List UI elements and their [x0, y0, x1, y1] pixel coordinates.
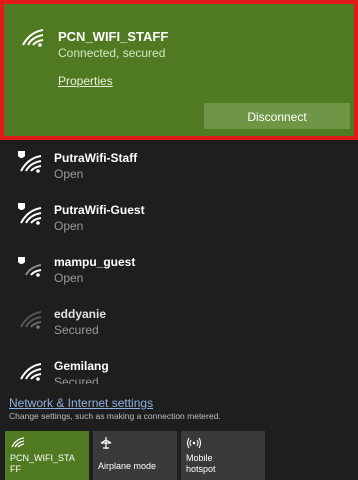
network-settings-description: Change settings, such as making a connec… [9, 411, 221, 421]
hotspot-icon [186, 436, 202, 452]
connected-network-status: Connected, secured [58, 46, 166, 60]
network-internet-settings-link[interactable]: Network & Internet settings [9, 396, 153, 410]
connected-network[interactable]: PCN_WIFI_STAFF Connected, secured Proper… [0, 0, 358, 140]
airplane-icon [99, 436, 113, 452]
wifi-icon [11, 436, 25, 450]
tile-label: hotspot [186, 464, 216, 474]
wifi-icon [20, 26, 46, 53]
tile-label: PCN_WIFI_STA [10, 453, 75, 463]
network-name: mampu_guest [54, 255, 136, 269]
network-status: Secured [54, 323, 99, 337]
network-name: PutraWifi-Guest [54, 203, 145, 217]
network-item-putrawifi-staff[interactable]: PutraWifi-Staff Open [0, 142, 358, 194]
network-item-putrawifi-guest[interactable]: PutraWifi-Guest Open [0, 194, 358, 246]
network-status: Open [54, 219, 84, 233]
wifi-icon [16, 358, 44, 384]
wifi-open-shield-icon [16, 254, 44, 283]
network-name: eddyanie [54, 307, 107, 321]
network-item-mampu-guest[interactable]: mampu_guest Open [0, 246, 358, 298]
network-name: PutraWifi-Staff [54, 151, 138, 165]
tile-label: Airplane mode [98, 461, 157, 471]
network-item-eddyanie[interactable]: eddyanie Secured [0, 298, 358, 350]
wifi-open-shield-icon [16, 202, 44, 231]
network-status: Secured [54, 375, 99, 384]
disconnect-button[interactable]: Disconnect [204, 103, 350, 129]
network-flyout: PCN_WIFI_STAFF Connected, secured Proper… [0, 0, 358, 480]
properties-link[interactable]: Properties [58, 74, 113, 88]
wifi-toggle-tile[interactable]: PCN_WIFI_STA FF [5, 431, 89, 480]
network-status: Open [54, 271, 84, 285]
network-status: Open [54, 167, 84, 181]
tile-label: Mobile [186, 453, 213, 463]
airplane-mode-tile[interactable]: Airplane mode [93, 431, 177, 480]
wifi-open-shield-icon [16, 150, 44, 179]
mobile-hotspot-tile[interactable]: Mobile hotspot [181, 431, 265, 480]
tile-label: FF [10, 464, 21, 474]
connected-network-name: PCN_WIFI_STAFF [58, 29, 169, 44]
network-name: Gemilang [54, 359, 109, 373]
network-item-gemilang[interactable]: Gemilang Secured [0, 350, 358, 384]
wifi-icon [16, 306, 44, 335]
